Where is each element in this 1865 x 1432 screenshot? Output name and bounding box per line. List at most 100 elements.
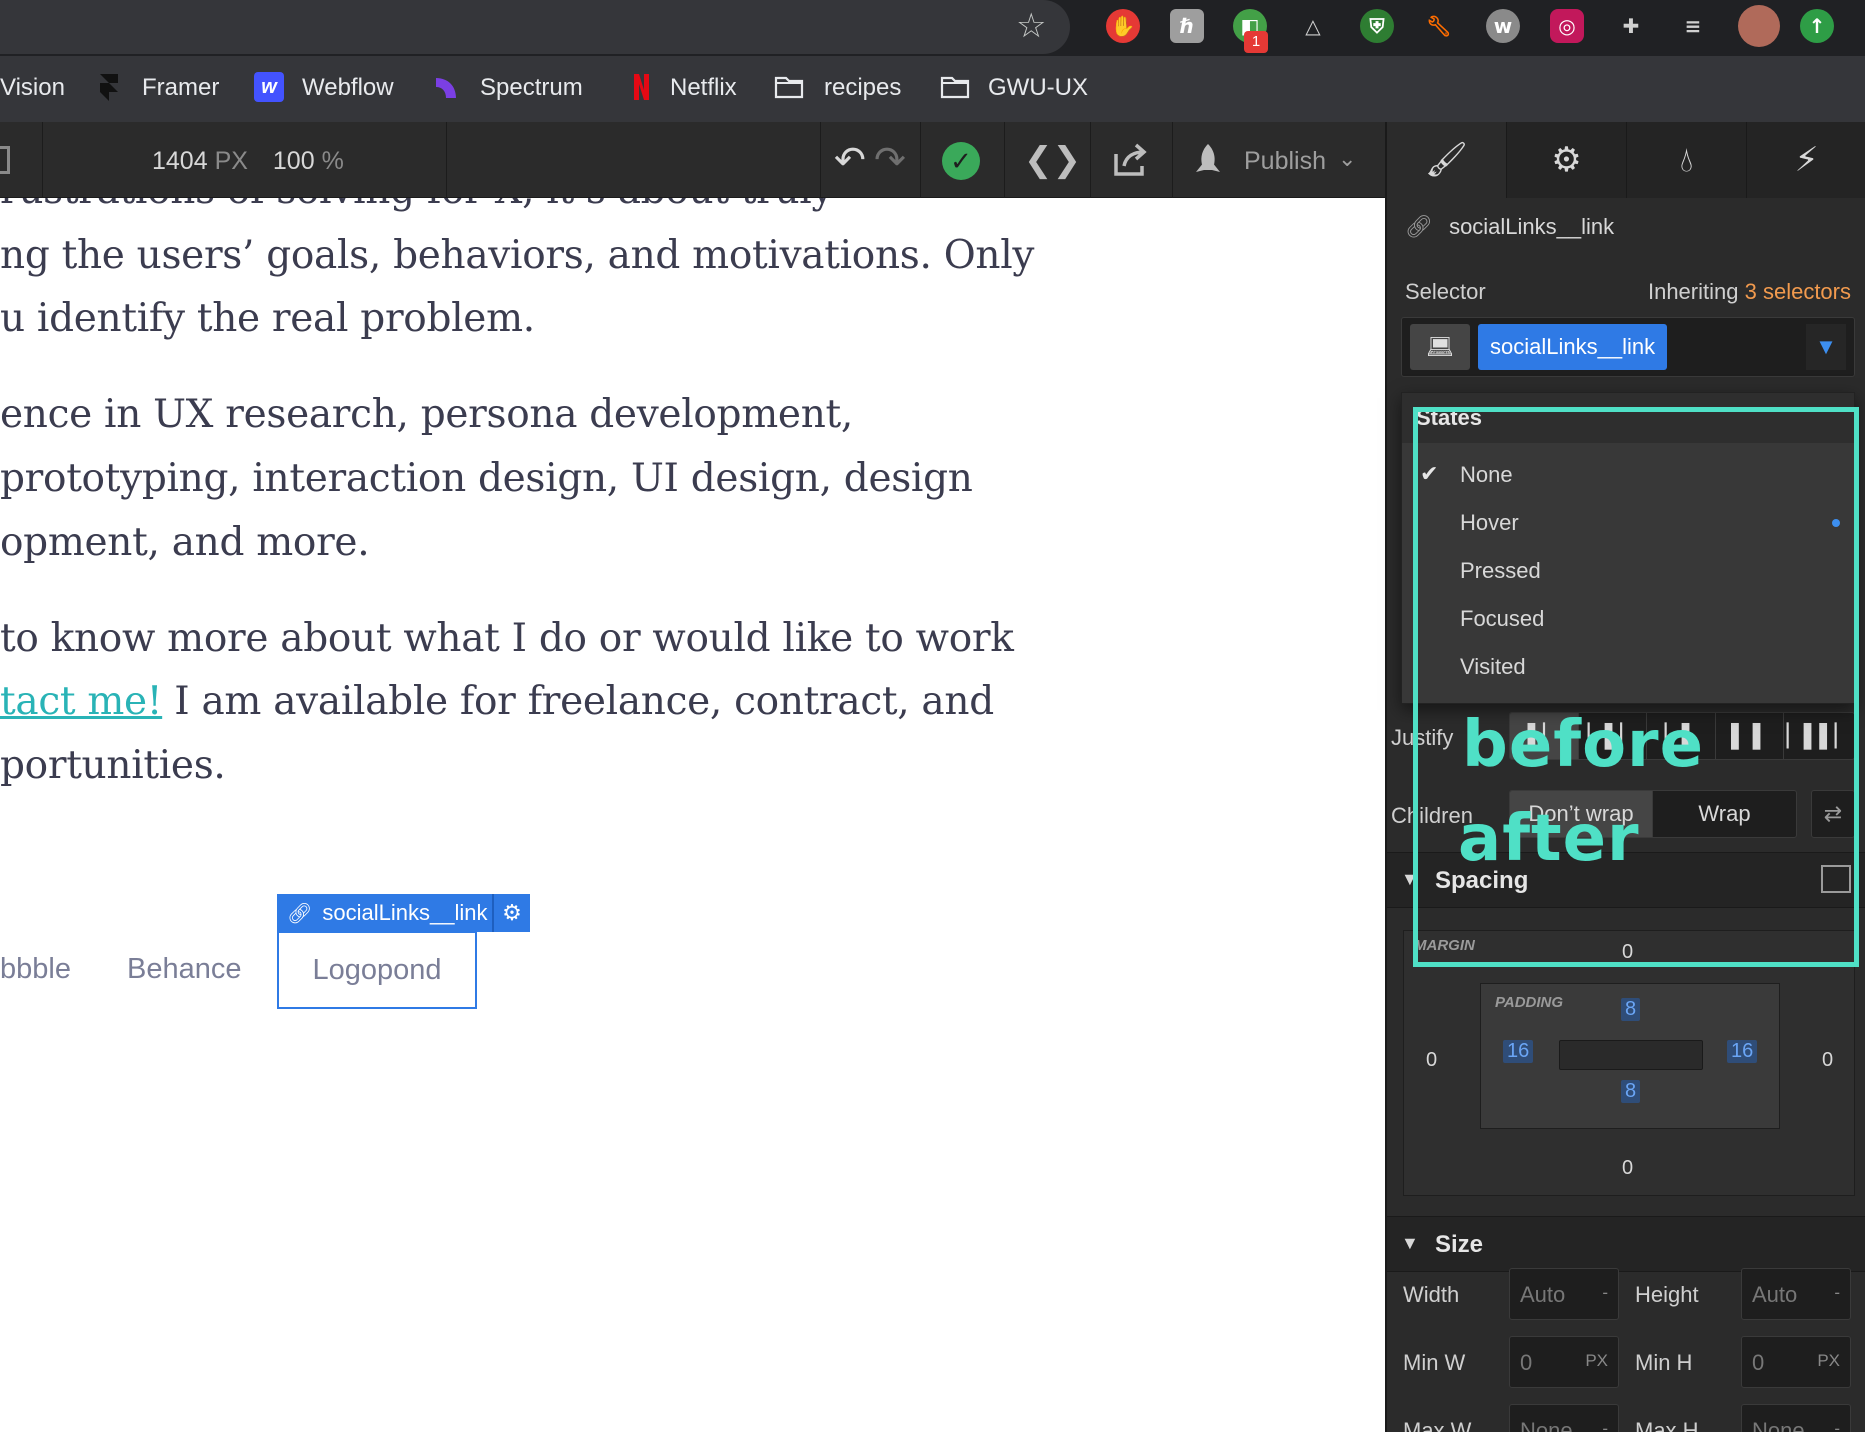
- viewport-width: 1404: [152, 147, 208, 175]
- adblock-extension-icon[interactable]: ✋: [1106, 9, 1140, 43]
- device-selector-icon[interactable]: 💻︎: [1410, 324, 1470, 370]
- max-width-label: Max W: [1403, 1418, 1472, 1432]
- min-height-label: Min H: [1635, 1350, 1693, 1375]
- shield-extension-icon[interactable]: ⛨: [1360, 9, 1394, 43]
- min-width-value: 0: [1520, 1350, 1533, 1375]
- body-text-line: prototyping, interaction design, UI desi…: [0, 456, 973, 501]
- bookmark-vision[interactable]: Vision: [0, 74, 65, 102]
- undo-icon[interactable]: ↶: [834, 138, 866, 183]
- framer-logo-icon: [100, 74, 118, 101]
- bookmark-spectrum[interactable]: Spectrum: [480, 74, 583, 102]
- publish-button[interactable]: Publish ⌄: [1190, 122, 1380, 198]
- contact-me-link[interactable]: tact me!: [0, 679, 162, 724]
- body-text-line: portunities.: [0, 743, 226, 788]
- social-link-logopond-label: Logopond: [312, 953, 442, 986]
- code-export-icon[interactable]: ❮❯: [1024, 140, 1081, 180]
- social-link-dribbble[interactable]: bbble: [0, 953, 71, 986]
- inherited-selectors-link[interactable]: 3 selectors: [1745, 279, 1851, 304]
- webflow-logo-icon: w: [254, 72, 284, 102]
- bookmark-netflix[interactable]: Netflix: [670, 74, 737, 102]
- bookmark-framer[interactable]: Framer: [142, 74, 219, 102]
- device-preview-icon[interactable]: [0, 146, 10, 174]
- designer-toolbar: 1404 PX 100 % ↶ ↷ ✓ ❮❯ Publish ⌄: [0, 122, 1385, 198]
- height-value: Auto: [1752, 1282, 1798, 1307]
- size-title: Size: [1435, 1231, 1484, 1258]
- max-height-value: None: [1752, 1418, 1805, 1432]
- width-input[interactable]: Auto -: [1509, 1268, 1619, 1320]
- bookmarks-bar: Vision Framer w Webflow Spectrum Netflix…: [0, 56, 1865, 122]
- social-link-behance[interactable]: Behance: [127, 953, 242, 986]
- selector-label: Selector: [1405, 279, 1486, 304]
- profile-avatar[interactable]: [1738, 5, 1780, 47]
- publish-label: Publish: [1244, 147, 1326, 175]
- redo-icon[interactable]: ↷: [874, 138, 906, 183]
- selected-element-tag[interactable]: 🔗︎ socialLinks__link: [277, 894, 498, 932]
- min-width-unit: PX: [1585, 1351, 1608, 1370]
- annotation-before-label: before: [1462, 708, 1704, 782]
- bookmark-folder-gwu-ux[interactable]: GWU-UX: [988, 74, 1088, 102]
- tab-settings-gear-icon[interactable]: ⚙: [1507, 122, 1627, 198]
- body-text-line: u identify the real problem.: [0, 296, 535, 341]
- social-link-logopond-selected[interactable]: Logopond: [277, 931, 477, 1009]
- element-settings-gear-icon[interactable]: ⚙: [492, 894, 530, 932]
- padding-left-value[interactable]: 16: [1503, 1040, 1534, 1063]
- height-label: Height: [1635, 1282, 1699, 1307]
- rocket-icon: [1196, 144, 1220, 172]
- states-dropdown-caret-icon[interactable]: ▼: [1806, 324, 1846, 370]
- hipster-extension-icon[interactable]: ℏ: [1170, 9, 1204, 43]
- min-width-input[interactable]: 0 PX: [1509, 1336, 1619, 1388]
- annotation-after-label: after: [1458, 802, 1640, 876]
- share-icon[interactable]: [1110, 140, 1150, 180]
- selected-element-name: socialLinks__link: [322, 900, 488, 925]
- content-box: [1559, 1040, 1703, 1070]
- bookmark-webflow[interactable]: Webflow: [302, 74, 394, 102]
- min-height-input[interactable]: 0 PX: [1741, 1336, 1851, 1388]
- padding-right-value[interactable]: 16: [1727, 1040, 1758, 1063]
- update-arrow-icon[interactable]: ↑: [1800, 9, 1834, 43]
- tab-style-brush-icon[interactable]: 🖌︎: [1387, 122, 1507, 198]
- margin-right-value[interactable]: 0: [1822, 1049, 1833, 1072]
- chevron-down-icon: ⌄: [1338, 146, 1357, 171]
- triangle-extension-icon[interactable]: △: [1296, 9, 1330, 43]
- max-height-input[interactable]: None -: [1741, 1404, 1851, 1432]
- min-height-unit: PX: [1817, 1351, 1840, 1370]
- selected-element-heading: 🔗︎ socialLinks__link: [1405, 214, 1614, 240]
- margin-left-value[interactable]: 0: [1426, 1049, 1437, 1072]
- max-width-unit: -: [1602, 1419, 1608, 1432]
- min-height-value: 0: [1752, 1350, 1765, 1375]
- browser-top-bar: ☆ ✋ ℏ ◧ 1 △ ⛨ 🔧︎ w ◎ ✚ ≡ ↑: [0, 0, 1865, 56]
- folder-icon: [940, 76, 970, 99]
- media-queue-icon[interactable]: ≡: [1676, 9, 1710, 43]
- padding-bottom-value[interactable]: 8: [1621, 1080, 1641, 1103]
- max-width-input[interactable]: None -: [1509, 1404, 1619, 1432]
- box-model-editor: MARGIN 0 0 0 0 PADDING 8 16 16 8: [1403, 930, 1855, 1196]
- class-chip[interactable]: socialLinks__link: [1478, 324, 1668, 370]
- inheriting-info: Inheriting 3 selectors: [1648, 279, 1851, 305]
- zoom-unit: %: [321, 147, 344, 175]
- max-height-unit: -: [1834, 1419, 1840, 1432]
- tab-interactions-drops-icon[interactable]: 💧︎: [1627, 122, 1747, 198]
- design-canvas[interactable]: rustrations of solving for X, it’s about…: [0, 198, 1385, 1432]
- min-width-label: Min W: [1403, 1350, 1466, 1375]
- panel-tabs: 🖌︎ ⚙ 💧︎ ⚡︎: [1387, 122, 1865, 198]
- tab-lightning-icon[interactable]: ⚡︎: [1747, 122, 1865, 198]
- colorpicker-extension-icon[interactable]: ◎: [1550, 9, 1584, 43]
- toolbar-divider: [820, 122, 821, 198]
- wrench-extension-icon[interactable]: 🔧︎: [1422, 9, 1456, 43]
- selector-field[interactable]: 💻︎ socialLinks__link ▼: [1401, 317, 1855, 377]
- padding-top-value[interactable]: 8: [1621, 998, 1641, 1021]
- link-icon: 🔗︎: [287, 902, 313, 925]
- width-label: Width: [1403, 1282, 1460, 1307]
- bookmark-folder-recipes[interactable]: recipes: [824, 74, 901, 102]
- viewport-size-readout: 1404 PX 100 %: [152, 147, 362, 176]
- height-input[interactable]: Auto -: [1741, 1268, 1851, 1320]
- zoom-level: 100: [272, 147, 315, 175]
- margin-bottom-value[interactable]: 0: [1622, 1157, 1633, 1180]
- address-bar[interactable]: [0, 0, 1070, 54]
- webflow-extension-icon[interactable]: w: [1486, 9, 1520, 43]
- puzzle-extensions-icon[interactable]: ✚: [1614, 9, 1648, 43]
- saved-check-icon[interactable]: ✓: [942, 142, 980, 180]
- folder-icon: [774, 76, 804, 99]
- bookmark-star-icon[interactable]: ☆: [1016, 6, 1046, 46]
- size-section-header[interactable]: ▼ Size: [1387, 1216, 1865, 1272]
